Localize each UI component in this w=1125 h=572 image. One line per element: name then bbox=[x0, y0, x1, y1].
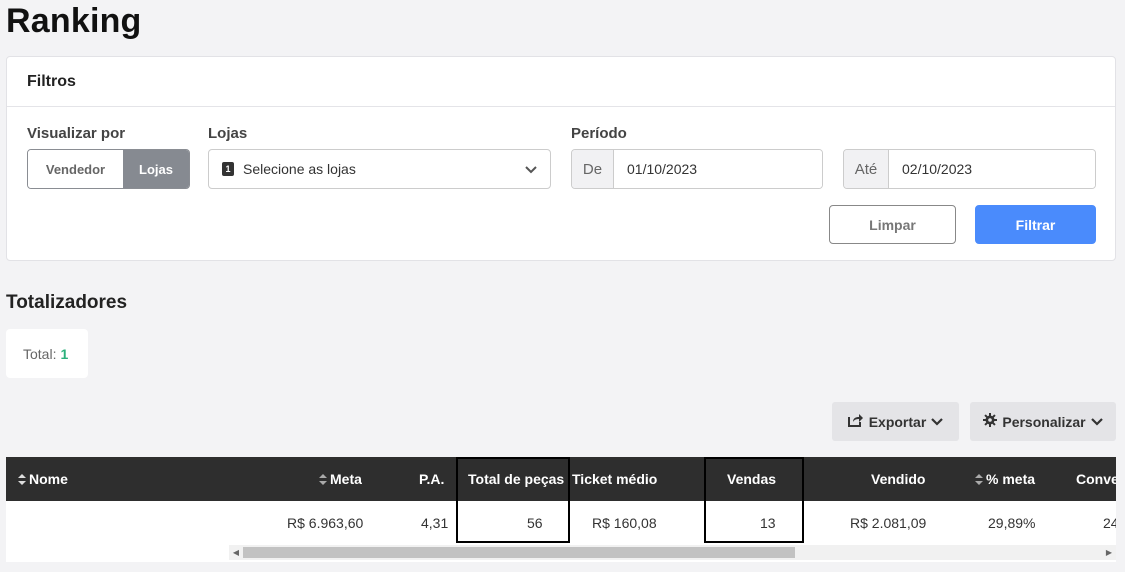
date-to-input[interactable] bbox=[889, 150, 1095, 188]
cell-ticket-medio: R$ 160,08 bbox=[592, 515, 657, 531]
sort-icon bbox=[18, 473, 26, 485]
period-label: Período bbox=[571, 125, 627, 142]
date-from-input[interactable] bbox=[614, 150, 822, 188]
ranking-table: Nome Meta P.A. Total de peças Ticket méd… bbox=[6, 457, 1116, 562]
total-card: Total: 1 bbox=[6, 329, 88, 378]
column-header-percent-meta[interactable]: % meta bbox=[975, 457, 1035, 501]
total-value: 1 bbox=[60, 345, 69, 362]
export-button[interactable]: Exportar bbox=[832, 402, 959, 441]
date-from-prefix: De bbox=[572, 150, 614, 188]
view-by-toggle: Vendedor Lojas bbox=[27, 149, 190, 189]
view-by-label: Visualizar por bbox=[27, 125, 126, 142]
cell-meta: R$ 6.963,60 bbox=[287, 515, 364, 531]
stores-select-placeholder: Selecione as lojas bbox=[243, 161, 356, 177]
cell-percent-meta: 29,89% bbox=[988, 515, 1036, 531]
date-from-group: De bbox=[571, 149, 823, 189]
column-header-nome[interactable]: Nome bbox=[18, 457, 68, 501]
filters-title: Filtros bbox=[7, 57, 1115, 107]
column-header-conversao[interactable]: Conve bbox=[1076, 457, 1116, 501]
filter-button[interactable]: Filtrar bbox=[975, 205, 1096, 244]
totals-title: Totalizadores bbox=[6, 292, 128, 313]
scrollbar-thumb[interactable] bbox=[243, 547, 795, 558]
chevron-down-icon bbox=[931, 414, 944, 430]
sort-icon bbox=[975, 473, 983, 485]
filters-card: Filtros Visualizar por Vendedor Lojas Lo… bbox=[6, 56, 1116, 261]
date-to-group: Até bbox=[843, 149, 1096, 189]
sort-icon bbox=[319, 473, 327, 485]
page-title: Ranking bbox=[6, 2, 142, 40]
table-row[interactable]: R$ 6.963,60 4,31 56 R$ 160,08 13 R$ 2.08… bbox=[6, 501, 1116, 545]
column-header-pa[interactable]: P.A. bbox=[419, 457, 444, 501]
chevron-down-icon bbox=[524, 163, 538, 179]
column-header-total-pecas[interactable]: Total de peças bbox=[468, 457, 564, 501]
selected-count-badge: 1 bbox=[222, 162, 234, 176]
share-icon bbox=[847, 413, 864, 430]
column-header-vendas[interactable]: Vendas bbox=[727, 457, 776, 501]
table-header: Nome Meta P.A. Total de peças Ticket méd… bbox=[6, 457, 1116, 501]
total-label: Total: bbox=[23, 345, 57, 362]
column-header-meta[interactable]: Meta bbox=[319, 457, 362, 501]
view-by-lojas-option[interactable]: Lojas bbox=[123, 150, 189, 188]
gear-icon bbox=[983, 413, 998, 430]
cell-vendas: 13 bbox=[760, 515, 776, 531]
date-to-prefix: Até bbox=[844, 150, 889, 188]
stores-label: Lojas bbox=[208, 125, 248, 142]
column-header-ticket-medio[interactable]: Ticket médio bbox=[572, 457, 657, 501]
customize-button[interactable]: Personalizar bbox=[970, 402, 1116, 441]
column-header-vendido[interactable]: Vendido bbox=[871, 457, 925, 501]
export-label: Exportar bbox=[868, 413, 927, 430]
customize-label: Personalizar bbox=[1002, 413, 1086, 430]
cell-pa: 4,31 bbox=[421, 515, 449, 531]
clear-button[interactable]: Limpar bbox=[829, 205, 956, 244]
scroll-right-arrow-icon[interactable]: ▶ bbox=[1102, 545, 1116, 560]
cell-total-pecas: 56 bbox=[527, 515, 543, 531]
cell-vendido: R$ 2.081,09 bbox=[850, 515, 927, 531]
cell-conversao: 24 bbox=[1103, 515, 1116, 531]
stores-select[interactable]: 1 Selecione as lojas bbox=[208, 149, 551, 189]
scroll-left-arrow-icon[interactable]: ◀ bbox=[229, 545, 243, 560]
view-by-vendedor-option[interactable]: Vendedor bbox=[28, 150, 123, 188]
horizontal-scrollbar[interactable]: ◀ ▶ bbox=[229, 545, 1116, 560]
chevron-down-icon bbox=[1090, 414, 1103, 430]
